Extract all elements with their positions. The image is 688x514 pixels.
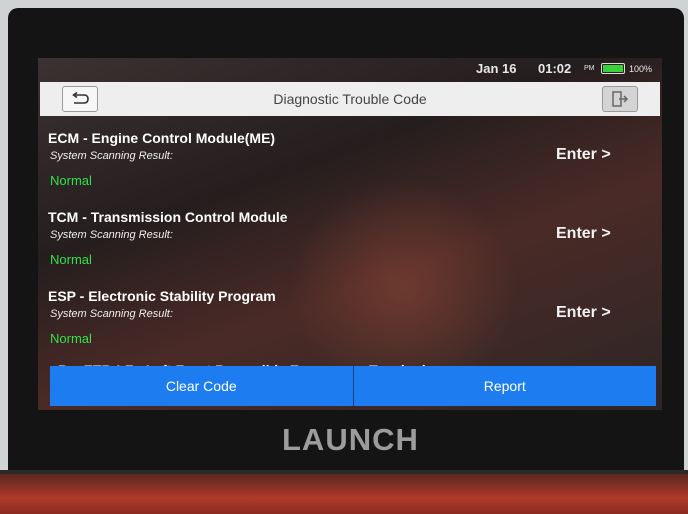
battery-level	[603, 65, 623, 72]
module-status: Normal	[50, 331, 92, 346]
title-bar: Diagnostic Trouble Code	[40, 82, 660, 116]
module-item-tcm[interactable]: TCM - Transmission Control Module System…	[48, 209, 648, 283]
device-bezel-bottom	[0, 474, 688, 514]
bottom-action-bar: Clear Code Report	[50, 366, 656, 406]
exit-door-icon	[612, 91, 629, 107]
module-status: Normal	[50, 252, 92, 267]
module-status: Normal	[50, 173, 92, 188]
module-subtitle: System Scanning Result:	[50, 229, 173, 241]
module-name: ESP - Electronic Stability Program	[48, 288, 276, 304]
launch-logo: LAUNCH	[282, 422, 419, 457]
clear-code-button[interactable]: Clear Code	[50, 366, 354, 406]
page-title: Diagnostic Trouble Code	[273, 91, 427, 107]
status-ampm: PM	[584, 65, 595, 72]
enter-button[interactable]: Enter >	[556, 304, 611, 322]
status-date: Jan 16	[476, 61, 517, 76]
enter-button[interactable]: Enter >	[556, 225, 611, 243]
module-item-ecm[interactable]: ECM - Engine Control Module(ME) System S…	[48, 130, 648, 204]
module-name: TCM - Transmission Control Module	[48, 209, 288, 225]
enter-button[interactable]: Enter >	[556, 146, 611, 164]
status-time: 01:02	[538, 61, 572, 76]
module-subtitle: System Scanning Result:	[50, 150, 173, 162]
device-screen: Jan 16 01:02 PM 100% Diagnostic Trouble …	[38, 58, 662, 410]
exit-button[interactable]	[602, 86, 638, 112]
status-bar: Jan 16 01:02 PM 100%	[38, 58, 662, 80]
module-item-esp[interactable]: ESP - Electronic Stability Program Syste…	[48, 288, 648, 362]
battery-percent: 100%	[629, 64, 653, 74]
report-button[interactable]: Report	[354, 366, 657, 406]
module-subtitle: System Scanning Result:	[50, 308, 173, 320]
module-name: ECM - Engine Control Module(ME)	[48, 130, 276, 146]
battery-icon	[601, 63, 625, 74]
